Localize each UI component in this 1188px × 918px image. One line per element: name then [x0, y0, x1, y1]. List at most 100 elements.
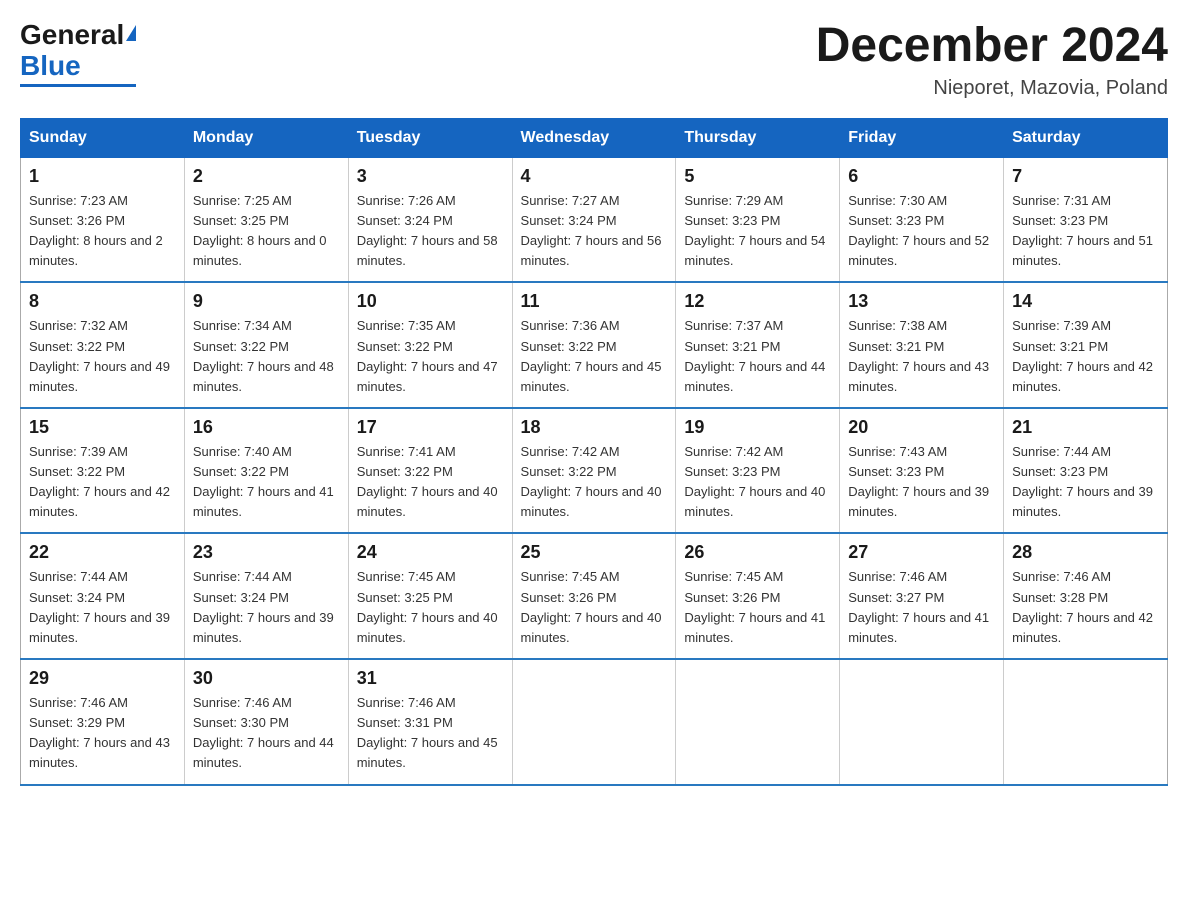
day-info: Sunrise: 7:36 AM Sunset: 3:22 PM Dayligh… — [521, 316, 668, 397]
header-monday: Monday — [184, 118, 348, 157]
table-row: 24 Sunrise: 7:45 AM Sunset: 3:25 PM Dayl… — [348, 533, 512, 659]
day-number: 21 — [1012, 417, 1159, 438]
calendar-week-row: 29 Sunrise: 7:46 AM Sunset: 3:29 PM Dayl… — [21, 659, 1168, 785]
table-row: 6 Sunrise: 7:30 AM Sunset: 3:23 PM Dayli… — [840, 157, 1004, 282]
table-row: 5 Sunrise: 7:29 AM Sunset: 3:23 PM Dayli… — [676, 157, 840, 282]
header-wednesday: Wednesday — [512, 118, 676, 157]
table-row: 18 Sunrise: 7:42 AM Sunset: 3:22 PM Dayl… — [512, 408, 676, 534]
table-row: 22 Sunrise: 7:44 AM Sunset: 3:24 PM Dayl… — [21, 533, 185, 659]
day-number: 30 — [193, 668, 340, 689]
day-number: 29 — [29, 668, 176, 689]
header-saturday: Saturday — [1004, 118, 1168, 157]
day-info: Sunrise: 7:46 AM Sunset: 3:28 PM Dayligh… — [1012, 567, 1159, 648]
table-row — [512, 659, 676, 785]
day-number: 8 — [29, 291, 176, 312]
title-block: December 2024 Nieporet, Mazovia, Poland — [816, 20, 1168, 100]
day-number: 20 — [848, 417, 995, 438]
day-number: 17 — [357, 417, 504, 438]
day-number: 19 — [684, 417, 831, 438]
table-row: 21 Sunrise: 7:44 AM Sunset: 3:23 PM Dayl… — [1004, 408, 1168, 534]
day-number: 23 — [193, 542, 340, 563]
day-number: 27 — [848, 542, 995, 563]
table-row: 23 Sunrise: 7:44 AM Sunset: 3:24 PM Dayl… — [184, 533, 348, 659]
calendar-week-row: 22 Sunrise: 7:44 AM Sunset: 3:24 PM Dayl… — [21, 533, 1168, 659]
day-number: 10 — [357, 291, 504, 312]
table-row: 28 Sunrise: 7:46 AM Sunset: 3:28 PM Dayl… — [1004, 533, 1168, 659]
table-row: 13 Sunrise: 7:38 AM Sunset: 3:21 PM Dayl… — [840, 282, 1004, 408]
header-sunday: Sunday — [21, 118, 185, 157]
day-number: 26 — [684, 542, 831, 563]
day-number: 18 — [521, 417, 668, 438]
day-info: Sunrise: 7:45 AM Sunset: 3:25 PM Dayligh… — [357, 567, 504, 648]
table-row: 9 Sunrise: 7:34 AM Sunset: 3:22 PM Dayli… — [184, 282, 348, 408]
logo-general: General — [20, 19, 124, 50]
logo-blue: Blue — [20, 50, 81, 81]
table-row: 8 Sunrise: 7:32 AM Sunset: 3:22 PM Dayli… — [21, 282, 185, 408]
table-row: 16 Sunrise: 7:40 AM Sunset: 3:22 PM Dayl… — [184, 408, 348, 534]
table-row: 29 Sunrise: 7:46 AM Sunset: 3:29 PM Dayl… — [21, 659, 185, 785]
day-info: Sunrise: 7:46 AM Sunset: 3:30 PM Dayligh… — [193, 693, 340, 774]
day-info: Sunrise: 7:44 AM Sunset: 3:24 PM Dayligh… — [29, 567, 176, 648]
day-info: Sunrise: 7:43 AM Sunset: 3:23 PM Dayligh… — [848, 442, 995, 523]
day-number: 6 — [848, 166, 995, 187]
day-number: 22 — [29, 542, 176, 563]
day-info: Sunrise: 7:42 AM Sunset: 3:23 PM Dayligh… — [684, 442, 831, 523]
logo-text: General Blue — [20, 20, 136, 82]
day-info: Sunrise: 7:46 AM Sunset: 3:31 PM Dayligh… — [357, 693, 504, 774]
day-info: Sunrise: 7:39 AM Sunset: 3:22 PM Dayligh… — [29, 442, 176, 523]
table-row: 2 Sunrise: 7:25 AM Sunset: 3:25 PM Dayli… — [184, 157, 348, 282]
day-number: 2 — [193, 166, 340, 187]
day-info: Sunrise: 7:44 AM Sunset: 3:23 PM Dayligh… — [1012, 442, 1159, 523]
day-info: Sunrise: 7:29 AM Sunset: 3:23 PM Dayligh… — [684, 191, 831, 272]
table-row: 20 Sunrise: 7:43 AM Sunset: 3:23 PM Dayl… — [840, 408, 1004, 534]
table-row: 7 Sunrise: 7:31 AM Sunset: 3:23 PM Dayli… — [1004, 157, 1168, 282]
day-number: 13 — [848, 291, 995, 312]
table-row: 19 Sunrise: 7:42 AM Sunset: 3:23 PM Dayl… — [676, 408, 840, 534]
calendar-title: December 2024 — [816, 20, 1168, 73]
day-number: 15 — [29, 417, 176, 438]
header-tuesday: Tuesday — [348, 118, 512, 157]
day-number: 5 — [684, 166, 831, 187]
day-number: 9 — [193, 291, 340, 312]
day-info: Sunrise: 7:44 AM Sunset: 3:24 PM Dayligh… — [193, 567, 340, 648]
weekday-header-row: Sunday Monday Tuesday Wednesday Thursday… — [21, 118, 1168, 157]
day-info: Sunrise: 7:46 AM Sunset: 3:29 PM Dayligh… — [29, 693, 176, 774]
day-info: Sunrise: 7:39 AM Sunset: 3:21 PM Dayligh… — [1012, 316, 1159, 397]
day-info: Sunrise: 7:46 AM Sunset: 3:27 PM Dayligh… — [848, 567, 995, 648]
table-row: 12 Sunrise: 7:37 AM Sunset: 3:21 PM Dayl… — [676, 282, 840, 408]
table-row — [840, 659, 1004, 785]
table-row: 15 Sunrise: 7:39 AM Sunset: 3:22 PM Dayl… — [21, 408, 185, 534]
day-info: Sunrise: 7:41 AM Sunset: 3:22 PM Dayligh… — [357, 442, 504, 523]
table-row: 4 Sunrise: 7:27 AM Sunset: 3:24 PM Dayli… — [512, 157, 676, 282]
day-info: Sunrise: 7:35 AM Sunset: 3:22 PM Dayligh… — [357, 316, 504, 397]
day-number: 31 — [357, 668, 504, 689]
day-info: Sunrise: 7:31 AM Sunset: 3:23 PM Dayligh… — [1012, 191, 1159, 272]
table-row: 11 Sunrise: 7:36 AM Sunset: 3:22 PM Dayl… — [512, 282, 676, 408]
day-number: 14 — [1012, 291, 1159, 312]
table-row: 14 Sunrise: 7:39 AM Sunset: 3:21 PM Dayl… — [1004, 282, 1168, 408]
day-number: 28 — [1012, 542, 1159, 563]
calendar-week-row: 8 Sunrise: 7:32 AM Sunset: 3:22 PM Dayli… — [21, 282, 1168, 408]
table-row: 30 Sunrise: 7:46 AM Sunset: 3:30 PM Dayl… — [184, 659, 348, 785]
day-number: 7 — [1012, 166, 1159, 187]
table-row: 10 Sunrise: 7:35 AM Sunset: 3:22 PM Dayl… — [348, 282, 512, 408]
day-info: Sunrise: 7:27 AM Sunset: 3:24 PM Dayligh… — [521, 191, 668, 272]
day-number: 16 — [193, 417, 340, 438]
day-number: 4 — [521, 166, 668, 187]
table-row: 31 Sunrise: 7:46 AM Sunset: 3:31 PM Dayl… — [348, 659, 512, 785]
table-row: 27 Sunrise: 7:46 AM Sunset: 3:27 PM Dayl… — [840, 533, 1004, 659]
header-friday: Friday — [840, 118, 1004, 157]
day-info: Sunrise: 7:38 AM Sunset: 3:21 PM Dayligh… — [848, 316, 995, 397]
header-thursday: Thursday — [676, 118, 840, 157]
day-number: 24 — [357, 542, 504, 563]
logo-underline — [20, 84, 136, 87]
day-info: Sunrise: 7:26 AM Sunset: 3:24 PM Dayligh… — [357, 191, 504, 272]
day-info: Sunrise: 7:32 AM Sunset: 3:22 PM Dayligh… — [29, 316, 176, 397]
day-number: 3 — [357, 166, 504, 187]
table-row: 1 Sunrise: 7:23 AM Sunset: 3:26 PM Dayli… — [21, 157, 185, 282]
day-info: Sunrise: 7:45 AM Sunset: 3:26 PM Dayligh… — [521, 567, 668, 648]
table-row: 25 Sunrise: 7:45 AM Sunset: 3:26 PM Dayl… — [512, 533, 676, 659]
calendar-week-row: 15 Sunrise: 7:39 AM Sunset: 3:22 PM Dayl… — [21, 408, 1168, 534]
day-info: Sunrise: 7:42 AM Sunset: 3:22 PM Dayligh… — [521, 442, 668, 523]
day-number: 12 — [684, 291, 831, 312]
